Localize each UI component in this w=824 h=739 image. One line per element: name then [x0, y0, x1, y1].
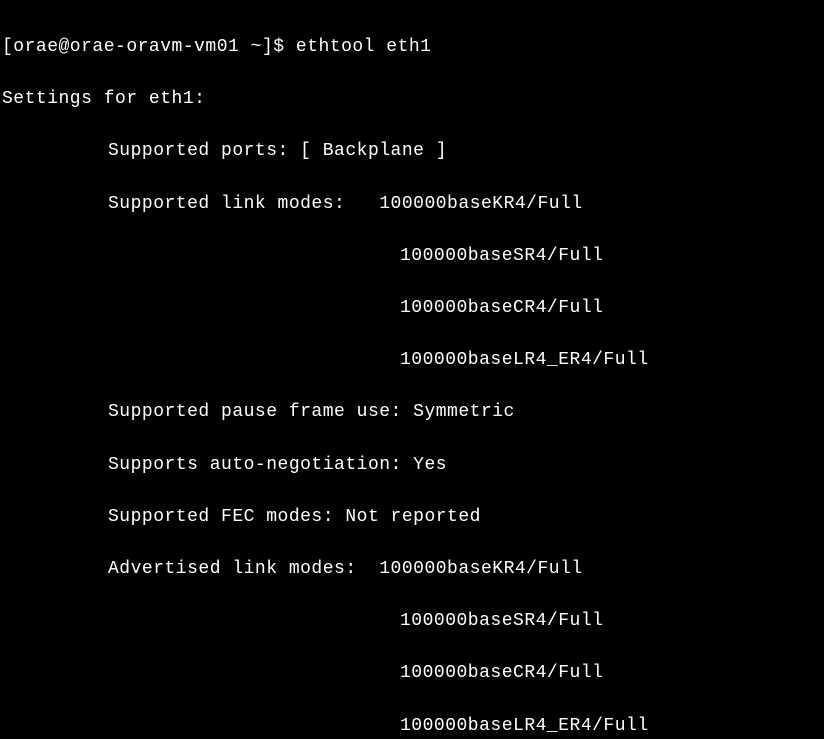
supported-ports: Supported ports: [ Backplane ] [0, 138, 824, 164]
shell-prompt: [orae@orae-oravm-vm01 ~]$ [2, 37, 296, 57]
supports-autoneg: Supports auto-negotiation: Yes [0, 452, 824, 478]
supported-link-mode-1: 100000baseKR4/Full [379, 194, 582, 214]
supported-link-modes-label: Supported link modes: [108, 194, 379, 214]
supported-link-modes: Supported link modes: 100000baseKR4/Full [0, 191, 824, 217]
supported-link-mode-2: 100000baseSR4/Full [0, 243, 824, 269]
prompt-line[interactable]: [orae@orae-oravm-vm01 ~]$ ethtool eth1 [0, 34, 824, 60]
terminal-output: [orae@orae-oravm-vm01 ~]$ ethtool eth1 S… [0, 0, 824, 739]
entered-command: ethtool eth1 [296, 37, 432, 57]
supported-link-mode-4: 100000baseLR4_ER4/Full [0, 347, 824, 373]
advertised-link-mode-1: 100000baseKR4/Full [379, 559, 582, 579]
supported-fec: Supported FEC modes: Not reported [0, 504, 824, 530]
advertised-link-modes: Advertised link modes: 100000baseKR4/Ful… [0, 556, 824, 582]
advertised-link-mode-4: 100000baseLR4_ER4/Full [0, 713, 824, 739]
settings-header: Settings for eth1: [0, 86, 824, 112]
advertised-link-mode-2: 100000baseSR4/Full [0, 608, 824, 634]
advertised-link-mode-3: 100000baseCR4/Full [0, 660, 824, 686]
advertised-link-modes-label: Advertised link modes: [108, 559, 379, 579]
supported-pause: Supported pause frame use: Symmetric [0, 399, 824, 425]
supported-link-mode-3: 100000baseCR4/Full [0, 295, 824, 321]
